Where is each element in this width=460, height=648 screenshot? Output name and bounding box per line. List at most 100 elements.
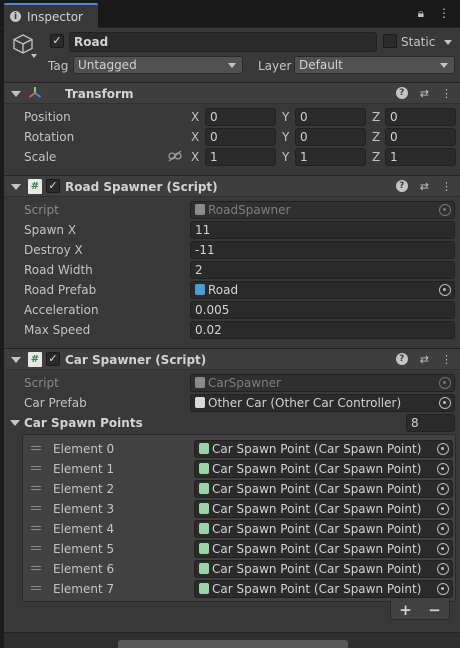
position-y-axis[interactable]: Y: [282, 109, 289, 125]
rotation-x-field[interactable]: 0: [205, 128, 276, 146]
list-item[interactable]: Element 4 Car Spawn Point (Car Spawn Poi…: [23, 519, 455, 539]
foldout-arrow-icon[interactable]: [11, 91, 21, 97]
element-label: Element 4: [53, 522, 115, 536]
object-picker-icon[interactable]: [437, 483, 449, 495]
kebab-menu-icon[interactable]: ⋮: [441, 180, 452, 193]
acceleration-label: Acceleration: [24, 303, 99, 317]
object-picker-icon[interactable]: [437, 563, 449, 575]
add-element-button[interactable]: +: [399, 601, 412, 619]
element-value-field[interactable]: Car Spawn Point (Car Spawn Point): [194, 560, 453, 578]
tag-dropdown[interactable]: Untagged: [73, 56, 243, 74]
element-value-field[interactable]: Car Spawn Point (Car Spawn Point): [194, 440, 453, 458]
object-picker-icon[interactable]: [437, 463, 449, 475]
position-x-axis[interactable]: X: [191, 109, 199, 125]
spawn-x-field[interactable]: 11: [190, 221, 455, 239]
object-picker-icon[interactable]: [437, 583, 449, 595]
drag-handle-icon[interactable]: [31, 466, 41, 467]
gameobject-name-field[interactable]: Road: [69, 32, 377, 52]
scale-z-axis[interactable]: Z: [372, 149, 380, 165]
list-item[interactable]: Element 2 Car Spawn Point (Car Spawn Poi…: [23, 479, 455, 499]
car-spawn-points-label[interactable]: Car Spawn Points: [24, 415, 143, 431]
rotation-z-field[interactable]: 0: [385, 128, 456, 146]
tab-inspector[interactable]: i Inspector: [4, 3, 98, 28]
kebab-menu-icon[interactable]: ⋮: [441, 353, 452, 366]
scale-x-axis[interactable]: X: [191, 149, 199, 165]
drag-handle-icon[interactable]: [31, 586, 41, 587]
car-spawner-header[interactable]: # ✓ Car Spawner (Script) ? ⇄ ⋮: [4, 348, 460, 370]
list-item[interactable]: Element 7 Car Spawn Point (Car Spawn Poi…: [23, 579, 455, 599]
drag-handle-icon[interactable]: [31, 506, 41, 507]
list-item[interactable]: Element 0 Car Spawn Point (Car Spawn Poi…: [23, 439, 455, 459]
scale-y-axis[interactable]: Y: [282, 149, 289, 165]
road-prefab-field[interactable]: Road: [190, 281, 455, 299]
list-item[interactable]: Element 5 Car Spawn Point (Car Spawn Poi…: [23, 539, 455, 559]
object-picker-icon[interactable]: [437, 543, 449, 555]
foldout-arrow-icon[interactable]: [11, 184, 21, 190]
element-value-field[interactable]: Car Spawn Point (Car Spawn Point): [194, 460, 453, 478]
rotation-z-axis[interactable]: Z: [372, 129, 380, 145]
add-component-button[interactable]: [118, 640, 348, 648]
object-picker-icon[interactable]: [439, 397, 451, 409]
transform-header[interactable]: Transform ? ⇄ ⋮: [4, 82, 460, 104]
rotation-y-field[interactable]: 0: [295, 128, 366, 146]
destroy-x-field[interactable]: -11: [190, 241, 455, 259]
static-dropdown-arrow[interactable]: [444, 40, 452, 45]
road-width-field[interactable]: 2: [190, 261, 455, 279]
acceleration-field[interactable]: 0.005: [190, 301, 455, 319]
drag-handle-icon[interactable]: [31, 566, 41, 567]
lock-icon[interactable]: 🔒︎: [418, 6, 424, 21]
object-picker-icon[interactable]: [437, 503, 449, 515]
object-picker-icon[interactable]: [437, 443, 449, 455]
position-y-field[interactable]: 0: [295, 108, 366, 126]
car-spawn-points-size-field[interactable]: 8: [406, 414, 455, 432]
element-value-field[interactable]: Car Spawn Point (Car Spawn Point): [194, 480, 453, 498]
help-icon[interactable]: ?: [395, 353, 408, 365]
presets-icon[interactable]: ⇄: [420, 87, 429, 100]
drag-handle-icon[interactable]: [31, 546, 41, 547]
element-value-field[interactable]: Car Spawn Point (Car Spawn Point): [194, 540, 453, 558]
position-x-field[interactable]: 0: [205, 108, 276, 126]
car-prefab-field[interactable]: Other Car (Other Car Controller): [190, 394, 455, 412]
position-z-axis[interactable]: Z: [372, 109, 380, 125]
list-item[interactable]: Element 3 Car Spawn Point (Car Spawn Poi…: [23, 499, 455, 519]
element-value: Car Spawn Point (Car Spawn Point): [212, 502, 422, 516]
car-script-label: Script: [24, 376, 59, 390]
element-value-field[interactable]: Car Spawn Point (Car Spawn Point): [194, 500, 453, 518]
scale-x-field[interactable]: 1: [205, 148, 276, 166]
max-speed-field[interactable]: 0.02: [190, 321, 455, 339]
kebab-menu-icon[interactable]: ⋮: [438, 6, 450, 21]
help-icon[interactable]: ?: [395, 87, 408, 99]
element-value: Car Spawn Point (Car Spawn Point): [212, 442, 422, 456]
presets-icon[interactable]: ⇄: [420, 180, 429, 193]
car-spawner-enabled-checkbox[interactable]: ✓: [46, 352, 60, 366]
object-picker-icon[interactable]: [439, 284, 451, 296]
help-icon[interactable]: ?: [395, 180, 408, 192]
layer-dropdown[interactable]: Default: [294, 56, 455, 74]
static-checkbox[interactable]: [383, 34, 397, 48]
list-item[interactable]: Element 1 Car Spawn Point (Car Spawn Poi…: [23, 459, 455, 479]
drag-handle-icon[interactable]: [31, 446, 41, 447]
road-spawner-header[interactable]: # ✓ Road Spawner (Script) ? ⇄ ⋮: [4, 175, 460, 197]
kebab-menu-icon[interactable]: ⋮: [441, 87, 452, 100]
drag-handle-icon[interactable]: [31, 486, 41, 487]
icon-dropdown-arrow[interactable]: [31, 54, 37, 58]
object-picker-icon[interactable]: [437, 523, 449, 535]
rotation-y-axis[interactable]: Y: [282, 129, 289, 145]
remove-element-button[interactable]: −: [428, 601, 441, 619]
drag-handle-icon[interactable]: [31, 526, 41, 527]
presets-icon[interactable]: ⇄: [420, 353, 429, 366]
road-spawner-enabled-checkbox[interactable]: ✓: [46, 179, 60, 193]
list-item[interactable]: Element 6 Car Spawn Point (Car Spawn Poi…: [23, 559, 455, 579]
element-value: Car Spawn Point (Car Spawn Point): [212, 542, 422, 556]
position-z-field[interactable]: 0: [385, 108, 456, 126]
car-spawn-points-foldout-icon[interactable]: [10, 420, 20, 426]
element-value-field[interactable]: Car Spawn Point (Car Spawn Point): [194, 580, 453, 598]
scale-y-field[interactable]: 1: [295, 148, 366, 166]
foldout-arrow-icon[interactable]: [11, 357, 21, 363]
gameobject-active-checkbox[interactable]: ✓: [50, 34, 64, 48]
element-value-field[interactable]: Car Spawn Point (Car Spawn Point): [194, 520, 453, 538]
constrain-proportions-icon[interactable]: [168, 150, 182, 162]
scale-z-field[interactable]: 1: [385, 148, 456, 166]
rotation-x-axis[interactable]: X: [191, 129, 199, 145]
road-width-label: Road Width: [24, 263, 93, 277]
